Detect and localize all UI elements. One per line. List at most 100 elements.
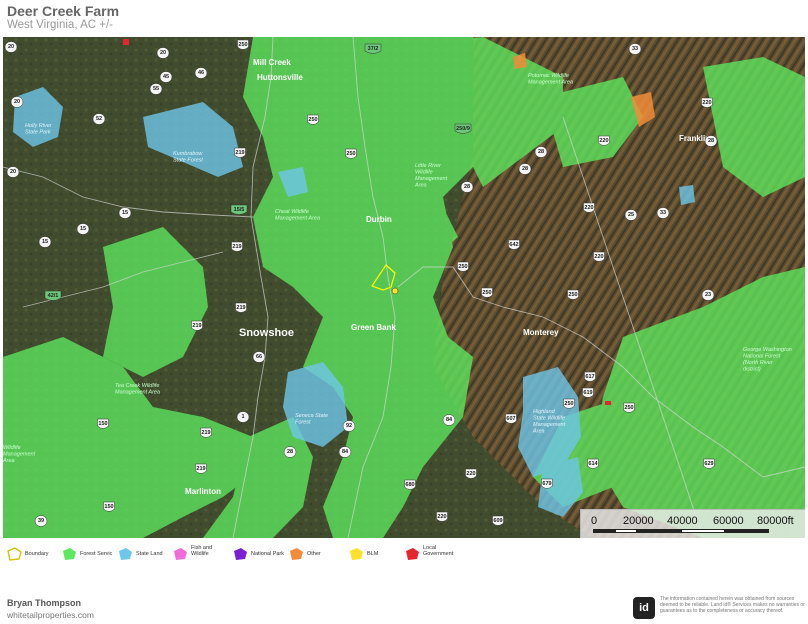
area-label: Kumbrabow xyxy=(173,151,203,157)
route-shield-label: 42/1 xyxy=(48,293,59,299)
route-shield: 37/2 xyxy=(364,43,382,54)
route-shield-label: 220 xyxy=(584,205,593,211)
route-shield-label: 28 xyxy=(522,166,528,172)
route-shield-label: 250 xyxy=(458,264,467,270)
route-shield: 150 xyxy=(97,418,109,429)
area-label: Management xyxy=(415,176,448,182)
route-shield-label: 219 xyxy=(236,305,245,311)
boundary-outline-icon xyxy=(7,547,22,561)
map-title: Deer Creek Farm xyxy=(7,3,120,19)
area-label: Management xyxy=(533,422,566,428)
route-shield: 15 xyxy=(38,236,52,248)
route-shield: 680 xyxy=(404,479,416,490)
property-marker[interactable] xyxy=(391,287,399,295)
land-id-logo: id xyxy=(633,597,655,619)
route-shield-label: 66 xyxy=(256,354,262,360)
route-shield-label: 642 xyxy=(509,242,518,248)
route-shield-label: 15 xyxy=(42,239,48,245)
route-shield-label: 629 xyxy=(704,461,713,467)
route-shield-label: 150 xyxy=(98,421,107,427)
route-shield-label: 219 xyxy=(235,150,244,156)
route-shield-label: 679 xyxy=(542,481,551,487)
area-label: Highland xyxy=(533,409,556,415)
area-label: Management Area xyxy=(528,80,573,86)
route-shield: 42/1 xyxy=(44,290,62,301)
route-shield-label: 250 xyxy=(564,401,573,407)
route-shield-label: 15/5 xyxy=(234,207,245,213)
legend-label: Boundary xyxy=(25,551,49,557)
agent-website-link[interactable]: whitetailproperties.com xyxy=(7,610,94,620)
route-shield: 220 xyxy=(598,135,610,146)
route-shield: 220 xyxy=(701,97,713,108)
route-shield: 219 xyxy=(195,463,207,474)
route-shield: 46 xyxy=(194,67,208,79)
scale-bar: 0 20000 40000 60000 80000ft xyxy=(580,509,805,538)
area-label: Cheat Wildlife xyxy=(275,209,309,215)
route-shield-label: 220 xyxy=(437,514,446,520)
area-label: Management Area xyxy=(275,216,320,222)
route-shield: 45 xyxy=(159,71,173,83)
route-shield-label: 220 xyxy=(594,254,603,260)
route-shield-label: 250 xyxy=(482,290,491,296)
town-label: Green Bank xyxy=(351,323,396,332)
area-label: Area xyxy=(3,458,15,464)
town-label: Durbin xyxy=(366,215,392,224)
route-shield: 609 xyxy=(492,515,504,526)
route-shield: 614 xyxy=(587,458,599,469)
route-shield: 220 xyxy=(583,202,595,213)
town-label: Marlinton xyxy=(185,487,221,496)
scale-tick-label: 40000 xyxy=(667,515,698,527)
route-shield-label: 20 xyxy=(10,169,16,175)
route-shield-label: 37/2 xyxy=(368,46,379,52)
area-label: Management xyxy=(3,452,36,458)
route-shield: 607 xyxy=(505,413,517,424)
route-shield-label: 55 xyxy=(153,86,159,92)
area-label: State Wildlife xyxy=(533,416,565,422)
route-shield: 220 xyxy=(593,251,605,262)
town-label: Monterey xyxy=(523,328,559,337)
route-shield: 33 xyxy=(656,207,670,219)
disclaimer-text: The information contained herein was obt… xyxy=(660,596,805,614)
route-shield: 20 xyxy=(6,166,20,178)
map-canvas[interactable]: Holly River State Park Kumbrabow State Fore… xyxy=(3,37,805,538)
route-shield-label: 92 xyxy=(346,423,352,429)
route-shield: 617 xyxy=(584,371,596,382)
area-label: National Forest xyxy=(743,354,781,360)
route-shield: 250 xyxy=(345,148,357,159)
town-label: Huttonsville xyxy=(257,73,303,82)
area-label: (North River xyxy=(743,360,774,366)
route-shield: 629 xyxy=(703,458,715,469)
route-shield: 250 xyxy=(567,289,579,300)
route-shield-label: 619 xyxy=(583,390,592,396)
route-shield: 84 xyxy=(442,414,456,426)
route-shield-label: 28 xyxy=(538,149,544,155)
route-shield-label: 250 xyxy=(346,151,355,157)
route-shield: 250 xyxy=(237,39,249,50)
route-shield: 250 xyxy=(563,398,575,409)
scale-bar-line xyxy=(593,529,769,533)
area-label: Area xyxy=(532,429,545,435)
scale-tick-label: 80000ft xyxy=(757,515,794,527)
route-shield: 39 xyxy=(34,515,48,527)
route-shield-label: 219 xyxy=(192,323,201,329)
agent-name: Bryan Thompson xyxy=(7,598,82,608)
route-shield: 15 xyxy=(76,223,90,235)
route-shield-label: 39 xyxy=(38,518,44,524)
route-shield-label: 20 xyxy=(8,44,14,50)
polygon-swatch-icon xyxy=(63,548,76,560)
route-shield-label: 52 xyxy=(96,116,102,122)
route-shield: 20 xyxy=(4,41,18,53)
route-shield-label: 28 xyxy=(287,449,293,455)
polygon-swatch-icon xyxy=(406,548,419,560)
route-shield-label: 607 xyxy=(506,416,515,422)
polygon-swatch-icon xyxy=(119,548,132,560)
route-shield: 28 xyxy=(518,163,532,175)
area-label: district) xyxy=(743,367,761,373)
route-shield-label: 33 xyxy=(660,210,666,216)
area-label: Area xyxy=(414,183,427,189)
area-label: Holly River xyxy=(25,123,53,129)
route-shield: 219 xyxy=(191,320,203,331)
area-label: State Park xyxy=(25,130,51,136)
route-shield: 250 xyxy=(623,402,635,413)
route-shield-label: 220 xyxy=(466,471,475,477)
